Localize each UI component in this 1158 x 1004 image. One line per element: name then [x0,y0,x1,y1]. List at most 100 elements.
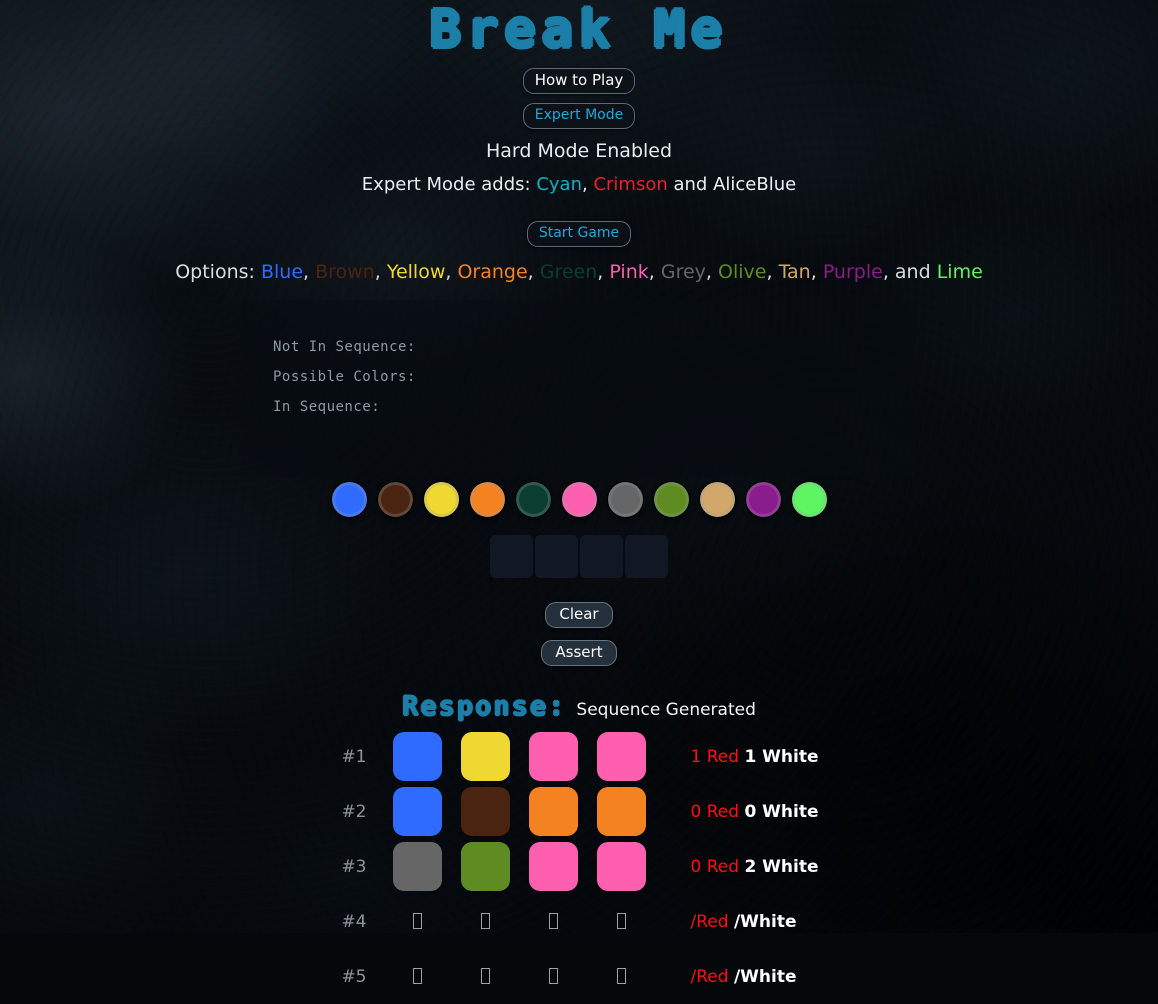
guess-cell-1-empty [393,952,442,1001]
response-label: Response: [402,691,567,722]
guess-row-cells [393,897,646,946]
guess-slot-4[interactable] [625,535,668,578]
response-header: Response: Sequence Generated [0,693,1158,721]
empty-slot-glyph-icon [412,912,422,929]
expert-mode-row: Expert Mode [0,103,1158,129]
clear-row: Clear [0,602,1158,628]
palette-swatch-orange[interactable] [469,482,505,517]
guess-cell-3-empty [529,897,578,946]
palette-swatch-olive[interactable] [653,482,689,517]
empty-slot-glyph-icon [616,967,626,984]
guess-cell-4-empty [597,952,646,1001]
start-game-button[interactable]: Start Game [526,221,632,247]
guess-cell-2-brown [460,787,510,836]
score-white: 2 White [744,856,819,877]
expert-color-cyan: Cyan [536,174,582,195]
guess-row-cells [392,787,646,836]
guess-cell-2-empty [461,952,510,1001]
empty-slot-glyph-icon [616,912,626,929]
palette-swatch-grey[interactable] [607,482,643,517]
guess-slot-3[interactable] [580,535,623,578]
assert-row: Assert [0,640,1158,666]
expert-adds-sep-1: , [581,174,594,195]
palette-swatch-purple[interactable] [745,482,781,517]
option-separator: , [527,261,540,283]
palette-swatch-brown[interactable] [377,482,413,517]
guess-row: #5/Red /White [0,949,1158,1004]
option-separator: , [810,261,823,283]
guess-cell-4-pink [596,842,646,891]
guess-row-index: #4 [341,911,367,932]
guess-row-index: #1 [341,746,367,767]
empty-slot-glyph-icon [548,967,558,984]
hint-possible-colors-label: Possible Colors: [273,369,416,385]
option-separator: , [766,261,779,283]
game-page: Break Me How to Play Expert Mode Hard Mo… [0,0,1158,987]
guess-cell-1-blue [392,732,442,781]
guess-slot-1[interactable] [490,535,533,578]
score-white: 0 White [744,801,819,822]
empty-slot-glyph-icon [480,912,490,929]
option-separator: , [445,261,458,283]
option-color-pink: Pink [609,261,649,283]
option-color-blue: Blue [260,261,304,283]
palette-swatch-yellow[interactable] [423,482,459,517]
options-line: Options: Blue, Brown, Yellow, Orange, Gr… [0,260,1158,284]
option-separator: , [303,261,316,283]
guess-cell-3-pink [528,732,578,781]
option-color-brown: Brown [315,261,375,283]
guess-cell-4-pink [596,732,646,781]
guess-row-cells [393,952,646,1001]
score-red: /Red [690,966,729,987]
guess-row: #2 0 Red 0 White [0,784,1158,839]
expert-adds-prefix: Expert Mode adds: [361,174,537,195]
option-color-olive: Olive [718,261,767,283]
score-red: /Red [690,911,729,932]
color-palette [0,482,1158,517]
palette-swatch-blue[interactable] [331,482,367,517]
guess-row-cells [392,732,646,781]
palette-swatch-tan[interactable] [699,482,735,517]
guess-row-score: /Red /White [646,967,826,987]
guess-row-score: 0 Red 0 White [646,802,826,822]
hard-mode-status: Hard Mode Enabled [485,140,673,162]
option-separator: , [597,261,610,283]
option-color-yellow: Yellow [386,261,446,283]
score-white: 1 White [744,746,819,767]
hint-in-sequence-label: In Sequence: [273,399,381,415]
guess-row-score: 1 Red 1 White [646,747,826,767]
palette-swatch-pink[interactable] [561,482,597,517]
option-color-orange: Orange [457,261,528,283]
option-color-green: Green [539,261,598,283]
option-color-purple: Purple [822,261,883,283]
option-color-lime: Lime [936,261,983,283]
empty-slot-glyph-icon [480,967,490,984]
guess-row-index: #5 [341,966,367,987]
guess-slot-2[interactable] [535,535,578,578]
options-prefix: Options: [175,261,261,283]
score-white: /White [733,911,797,932]
guess-cell-4-orange [596,787,646,836]
assert-button[interactable]: Assert [541,640,617,666]
guess-row-index: #3 [341,856,367,877]
page-title: Break Me [429,0,729,60]
guess-cell-2-yellow [460,732,510,781]
score-white: /White [733,966,797,987]
guess-cell-1-blue [392,787,442,836]
palette-swatch-lime[interactable] [791,482,827,517]
clear-button[interactable]: Clear [545,602,613,628]
score-red: 0 Red [690,801,740,822]
option-separator: , and [882,261,937,283]
response-status: Sequence Generated [576,700,756,720]
palette-swatch-green[interactable] [515,482,551,517]
expert-mode-button[interactable]: Expert Mode [522,103,636,129]
score-red: 1 Red [690,746,740,767]
how-to-play-button[interactable]: How to Play [522,68,636,94]
option-separator: , [648,261,661,283]
start-game-row: Start Game [0,221,1158,247]
guess-row-score: /Red /White [646,912,826,932]
how-to-play-row: How to Play [0,68,1158,94]
guess-cell-2-empty [461,897,510,946]
guess-row: #4/Red /White [0,894,1158,949]
guess-cell-1-empty [393,897,442,946]
